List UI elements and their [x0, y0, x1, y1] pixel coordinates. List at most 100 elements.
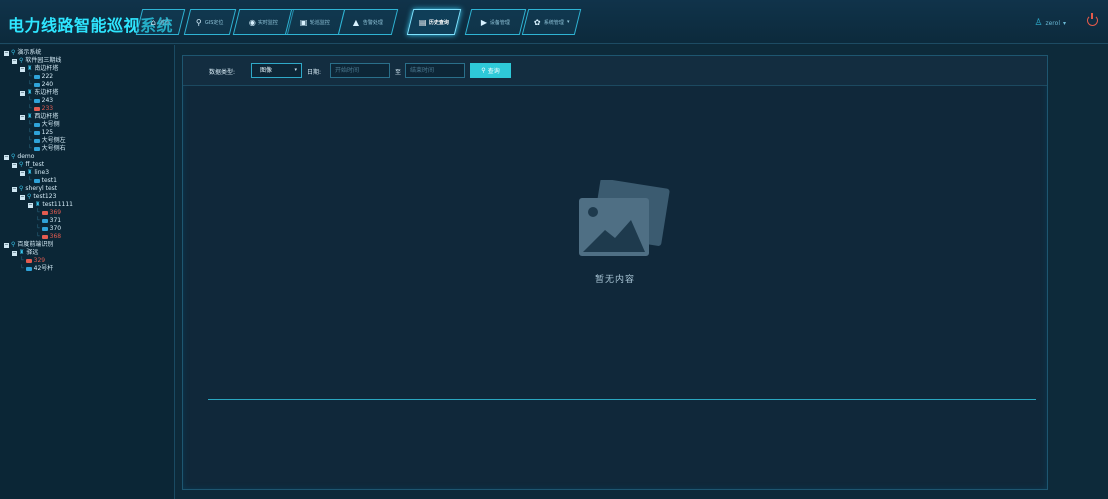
tree-node-label: 370 [49, 225, 62, 232]
tree-branch-line: └ [28, 121, 32, 128]
tree-node[interactable]: − ⚲ sheryl test [4, 185, 174, 193]
nav-item-history[interactable]: ▤ 历史查询 [406, 9, 462, 35]
nav-item-pin[interactable]: ⚲ GIS定位 [183, 9, 237, 35]
location-pin-icon: ⚲ [19, 57, 24, 64]
tree-node[interactable]: − ♜ 驿远 [4, 249, 174, 257]
tree-node[interactable]: − ⚲ ff_test [4, 161, 174, 169]
collapse-toggle-icon[interactable]: − [12, 58, 17, 64]
tree-branch-line: └ [28, 73, 32, 80]
location-pin-icon: ⚲ [11, 49, 16, 56]
pin-icon: ⚲ [196, 17, 203, 27]
power-icon[interactable] [1087, 13, 1098, 26]
nav-item-label: GIS定位 [205, 19, 224, 26]
monitor-icon: ◉ [248, 17, 256, 27]
tree-node[interactable]: └ 368 [4, 233, 174, 241]
query-button[interactable]: ⚲ 查询 [470, 63, 511, 78]
camera-icon [41, 235, 48, 239]
collapse-toggle-icon[interactable]: − [4, 50, 9, 56]
collapse-toggle-icon[interactable]: − [12, 162, 17, 168]
tree-node[interactable]: └ 125 [4, 129, 174, 137]
tree-node[interactable]: └ 42号杆 [4, 265, 174, 273]
tree-node[interactable]: └ 369 [4, 209, 174, 217]
tree-node[interactable]: └ 222 [4, 73, 174, 81]
collapse-toggle-icon[interactable]: − [12, 250, 17, 256]
tree-node[interactable]: − ♜ 西边杆塔 [4, 113, 174, 121]
tree-node[interactable]: − ⚲ 软件园三期线 [4, 57, 174, 65]
top-bar: 电力线路智能巡视系统 ⌂ 首页 ⚲ GIS定位 ◉ 实时监控 ▣ 轮巡监控 ▲ 告警处理 ▤ 历史查询… [0, 0, 1108, 44]
tree-node-label: 南边杆塔 [34, 65, 59, 72]
tree-node[interactable]: − ⚲ demo [4, 153, 174, 161]
collapse-toggle-icon[interactable]: − [20, 66, 25, 72]
tree-node[interactable]: └ 大号侧 [4, 121, 174, 129]
tower-icon: ♜ [19, 249, 25, 256]
data-type-select[interactable]: 图像 ▾ [251, 63, 302, 78]
tree-branch-line: └ [20, 265, 24, 272]
nav-item-label: 告警处理 [362, 19, 383, 26]
camera-icon: ▣ [299, 17, 308, 27]
tree-node-label: test1 [41, 177, 57, 184]
collapse-toggle-icon[interactable]: − [20, 170, 25, 176]
tree-node[interactable]: └ 371 [4, 217, 174, 225]
collapse-toggle-icon[interactable]: − [12, 186, 17, 192]
nav-item-home[interactable]: ⌂ 首页 [135, 9, 186, 35]
nav-item-warning[interactable]: ▲ 告警处理 [337, 9, 399, 35]
user-menu[interactable]: ♙ zerol ▾ [1034, 18, 1066, 28]
data-type-label: 数据类型: [209, 69, 236, 76]
tree-node-label: sheryl test [25, 185, 58, 192]
tree-node[interactable]: └ 233 [4, 105, 174, 113]
tree-node[interactable]: └ 大号侧右 [4, 145, 174, 153]
tower-icon: ♜ [35, 201, 41, 208]
collapse-toggle-icon[interactable]: − [4, 154, 9, 160]
tree-node[interactable]: └ test1 [4, 177, 174, 185]
start-date-input[interactable] [330, 63, 390, 78]
tree-node[interactable]: └ 243 [4, 97, 174, 105]
nav-item-device[interactable]: ▶ 设备管理 [464, 9, 527, 35]
end-date-input[interactable] [405, 63, 465, 78]
tree-node-label: line3 [34, 169, 50, 176]
tower-icon: ♜ [27, 65, 33, 72]
tree-node[interactable]: − ⚲ test123 [4, 193, 174, 201]
tree-node-label: ff_test [25, 161, 45, 168]
camera-icon [41, 219, 48, 223]
history-panel: 数据类型: 图像 ▾ 日期: 至 ⚲ 查询 暂无内容 [182, 55, 1048, 490]
nav-item-gear[interactable]: ✿ 系统管理 ▾ [521, 9, 582, 35]
tree-node-label: 329 [33, 257, 46, 264]
chevron-down-icon: ▾ [566, 19, 570, 25]
tree-node[interactable]: − ⚲ 百度前端识别 [4, 241, 174, 249]
tree-node[interactable]: − ♜ line3 [4, 169, 174, 177]
tree-branch-line: └ [28, 97, 32, 104]
camera-icon [33, 83, 40, 87]
empty-message: 暂无内容 [594, 275, 635, 285]
tree-node-label: 软件园三期线 [25, 57, 62, 64]
tree-node-label: 西边杆塔 [34, 113, 59, 120]
tree-node[interactable]: − ♜ test11111 [4, 201, 174, 209]
collapse-toggle-icon[interactable]: − [20, 114, 25, 120]
collapse-toggle-icon[interactable]: − [20, 194, 25, 200]
collapse-toggle-icon[interactable]: − [4, 242, 9, 248]
tree-node[interactable]: └ 370 [4, 225, 174, 233]
tree-node[interactable]: − ⚲ 演示系统 [4, 49, 174, 57]
camera-icon [33, 123, 40, 127]
tree-node-label: 233 [41, 105, 54, 112]
tree-node[interactable]: − ♜ 东边杆塔 [4, 89, 174, 97]
nav-item-camera[interactable]: ▣ 轮巡监控 [284, 9, 346, 35]
tree-branch-line: └ [36, 217, 40, 224]
nav-item-label: 首页 [159, 19, 170, 26]
tree-node[interactable]: └ 329 [4, 257, 174, 265]
tree-node[interactable]: └ 240 [4, 81, 174, 89]
user-name: zerol [1045, 19, 1060, 27]
collapse-toggle-icon[interactable]: − [28, 202, 33, 208]
tree-node-label: test11111 [42, 201, 73, 208]
user-icon: ♙ [1034, 18, 1043, 28]
chevron-down-icon: ▾ [1062, 19, 1066, 27]
tree-node[interactable]: └ 大号侧左 [4, 137, 174, 145]
date-label: 日期: [307, 69, 322, 76]
tree-node[interactable]: − ♜ 南边杆塔 [4, 65, 174, 73]
tower-icon: ♜ [27, 169, 33, 176]
location-pin-icon: ⚲ [19, 161, 24, 168]
camera-icon [33, 131, 40, 135]
tree-branch-line: └ [28, 177, 32, 184]
collapse-toggle-icon[interactable]: − [20, 90, 25, 96]
tree-branch-line: └ [28, 145, 32, 152]
tree-node-label: 演示系统 [17, 49, 42, 56]
